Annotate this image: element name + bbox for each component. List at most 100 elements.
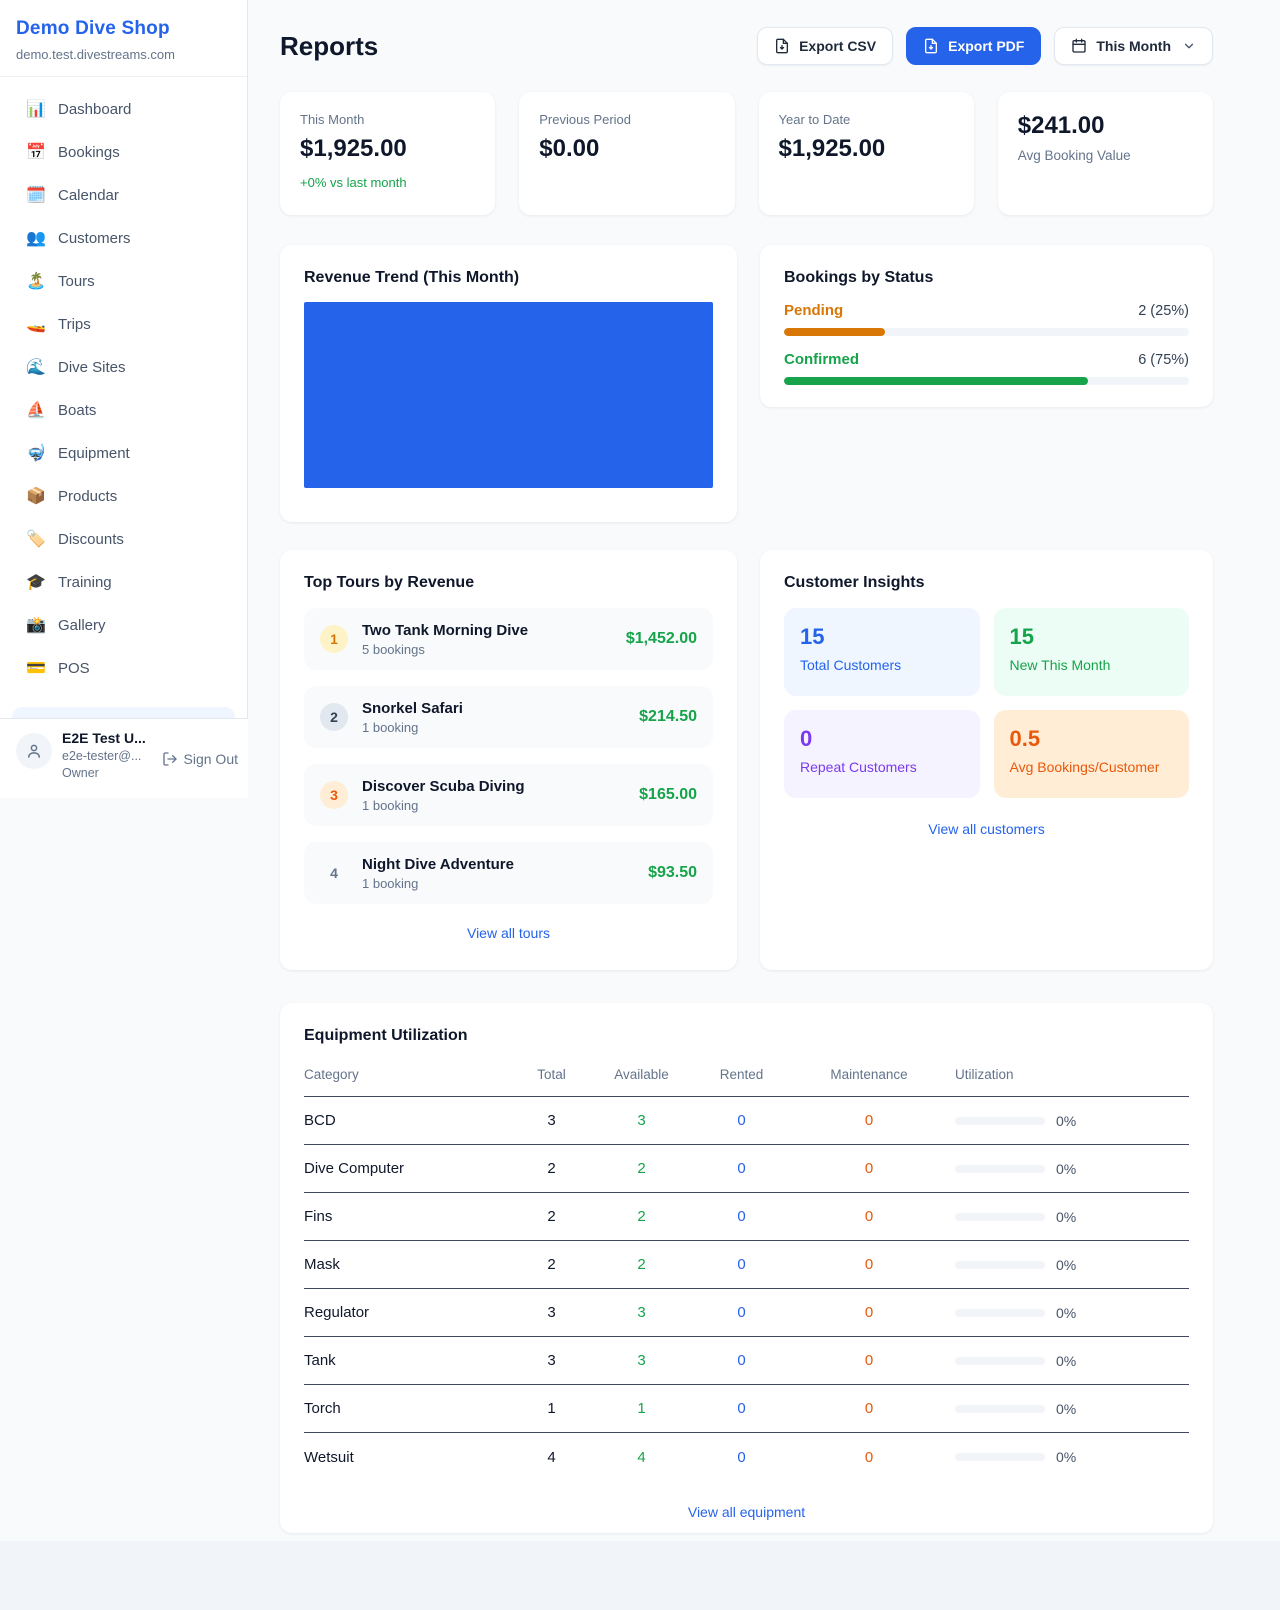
people-icon: 👥 (24, 231, 48, 247)
sidebar-item-discounts[interactable]: 🏷️ Discounts (12, 521, 235, 558)
sidebar-item-bookings[interactable]: 📅 Bookings (12, 134, 235, 171)
available-value: 3 (599, 1112, 684, 1129)
table-row: Fins 2 2 0 0 0% (304, 1193, 1189, 1241)
top-tours-card: Top Tours by Revenue 1 Two Tank Morning … (280, 550, 737, 970)
tour-name: Discover Scuba Diving (362, 778, 525, 795)
utilization-pct: 0% (1056, 1113, 1076, 1129)
export-csv-label: Export CSV (799, 38, 876, 54)
revenue-trend-title: Revenue Trend (This Month) (304, 269, 713, 287)
rented-value: 0 (684, 1352, 799, 1369)
chevron-down-icon (1182, 39, 1196, 53)
equipment-table-header: Category Total Available Rented Maintena… (304, 1053, 1189, 1097)
sidebar-item-trips[interactable]: 🚤 Trips (12, 306, 235, 343)
tour-row: 3 Discover Scuba Diving 1 booking $165.0… (304, 764, 713, 826)
sidebar-item-pos[interactable]: 💳 POS (12, 650, 235, 687)
utilization-bar (955, 1213, 1045, 1221)
sidebar-item-reports-partial[interactable] (12, 707, 235, 718)
insight-tile-total-customers: 15 Total Customers (784, 608, 980, 696)
calendar-pad-icon: 🗓️ (24, 188, 48, 204)
stat-label: This Month (300, 112, 475, 127)
table-row: Dive Computer 2 2 0 0 0% (304, 1145, 1189, 1193)
insight-tile-new-this-month: 15 New This Month (994, 608, 1190, 696)
sidebar-item-label: Customers (58, 230, 131, 247)
tile-value: 0.5 (1010, 726, 1174, 752)
table-row: Wetsuit 4 4 0 0 0% (304, 1433, 1189, 1481)
sidebar-item-equipment[interactable]: 🤿 Equipment (12, 435, 235, 472)
sidebar-item-label: Products (58, 488, 117, 505)
sidebar-item-dashboard[interactable]: 📊 Dashboard (12, 91, 235, 128)
tile-label: Repeat Customers (800, 759, 964, 775)
footer-band (0, 1541, 1280, 1610)
period-dropdown[interactable]: This Month (1054, 27, 1213, 65)
equipment-category: Regulator (304, 1304, 504, 1321)
tour-name: Snorkel Safari (362, 700, 463, 717)
sidebar-item-gallery[interactable]: 📸 Gallery (12, 607, 235, 644)
sign-out-button[interactable]: Sign Out (162, 751, 238, 767)
sidebar-item-dive-sites[interactable]: 🌊 Dive Sites (12, 349, 235, 386)
equipment-utilization-card: Equipment Utilization Category Total Ava… (280, 1003, 1213, 1533)
status-row-pending: Pending 2 (25%) (784, 302, 1189, 336)
top-tours-title: Top Tours by Revenue (304, 574, 713, 592)
stat-value: $1,925.00 (779, 135, 954, 163)
camera-icon: 📸 (24, 618, 48, 634)
sidebar-item-label: Calendar (58, 187, 119, 204)
available-value: 2 (599, 1208, 684, 1225)
table-row: Regulator 3 3 0 0 0% (304, 1289, 1189, 1337)
sidebar-item-boats[interactable]: ⛵ Boats (12, 392, 235, 429)
sailboat-icon: ⛵ (24, 403, 48, 419)
sidebar-item-calendar[interactable]: 🗓️ Calendar (12, 177, 235, 214)
rank-badge: 1 (320, 625, 348, 653)
utilization-bar (955, 1357, 1045, 1365)
sidebar-user-footer: E2E Test U... e2e-tester@... Owner Sign … (0, 718, 248, 798)
tour-bookings: 5 bookings (362, 642, 528, 657)
customer-insights-card: Customer Insights 15 Total Customers 15 … (760, 550, 1213, 970)
view-all-tours-link[interactable]: View all tours (304, 925, 713, 941)
user-email: e2e-tester@... (62, 749, 158, 763)
bookings-by-status-card: Bookings by Status Pending 2 (25%) Confi… (760, 245, 1213, 407)
tour-name: Night Dive Adventure (362, 856, 514, 873)
wave-icon: 🌊 (24, 360, 48, 376)
user-role: Owner (62, 766, 158, 780)
user-name: E2E Test U... (62, 730, 158, 746)
maintenance-value: 0 (799, 1400, 939, 1417)
island-icon: 🏝️ (24, 274, 48, 290)
equipment-category: Mask (304, 1256, 504, 1273)
sidebar-item-products[interactable]: 📦 Products (12, 478, 235, 515)
tour-bookings: 1 booking (362, 720, 463, 735)
maintenance-value: 0 (799, 1208, 939, 1225)
status-count: 6 (75%) (1138, 352, 1189, 368)
rented-value: 0 (684, 1160, 799, 1177)
col-utilization: Utilization (939, 1067, 1189, 1082)
export-pdf-button[interactable]: Export PDF (906, 27, 1041, 65)
tour-row: 2 Snorkel Safari 1 booking $214.50 (304, 686, 713, 748)
tile-value: 0 (800, 726, 964, 752)
sidebar-item-customers[interactable]: 👥 Customers (12, 220, 235, 257)
utilization-bar (955, 1453, 1045, 1461)
table-row: Tank 3 3 0 0 0% (304, 1337, 1189, 1385)
progress-track (784, 377, 1189, 385)
package-icon: 📦 (24, 489, 48, 505)
maintenance-value: 0 (799, 1256, 939, 1273)
avatar (16, 733, 52, 769)
stat-label: Year to Date (779, 112, 954, 127)
sidebar-item-label: Dive Sites (58, 359, 126, 376)
sidebar: Demo Dive Shop demo.test.divestreams.com… (0, 0, 248, 798)
sidebar-item-tours[interactable]: 🏝️ Tours (12, 263, 235, 300)
view-all-equipment-link[interactable]: View all equipment (304, 1504, 1189, 1520)
stats-row: This Month $1,925.00 +0% vs last month P… (280, 92, 1213, 215)
col-total: Total (504, 1067, 599, 1082)
sidebar-item-label: Training (58, 574, 112, 591)
sign-out-label: Sign Out (184, 751, 238, 767)
page-header: Reports Export CSV Export PDF This Month (280, 27, 1213, 65)
equipment-category: Wetsuit (304, 1449, 504, 1466)
utilization-cell: 0% (939, 1353, 1189, 1369)
equipment-category: Tank (304, 1352, 504, 1369)
sidebar-item-label: POS (58, 660, 90, 677)
sidebar-item-training[interactable]: 🎓 Training (12, 564, 235, 601)
equipment-category: Fins (304, 1208, 504, 1225)
export-csv-button[interactable]: Export CSV (757, 27, 893, 65)
speedboat-icon: 🚤 (24, 317, 48, 333)
total-value: 1 (504, 1400, 599, 1417)
view-all-customers-link[interactable]: View all customers (784, 821, 1189, 837)
col-category: Category (304, 1067, 504, 1082)
